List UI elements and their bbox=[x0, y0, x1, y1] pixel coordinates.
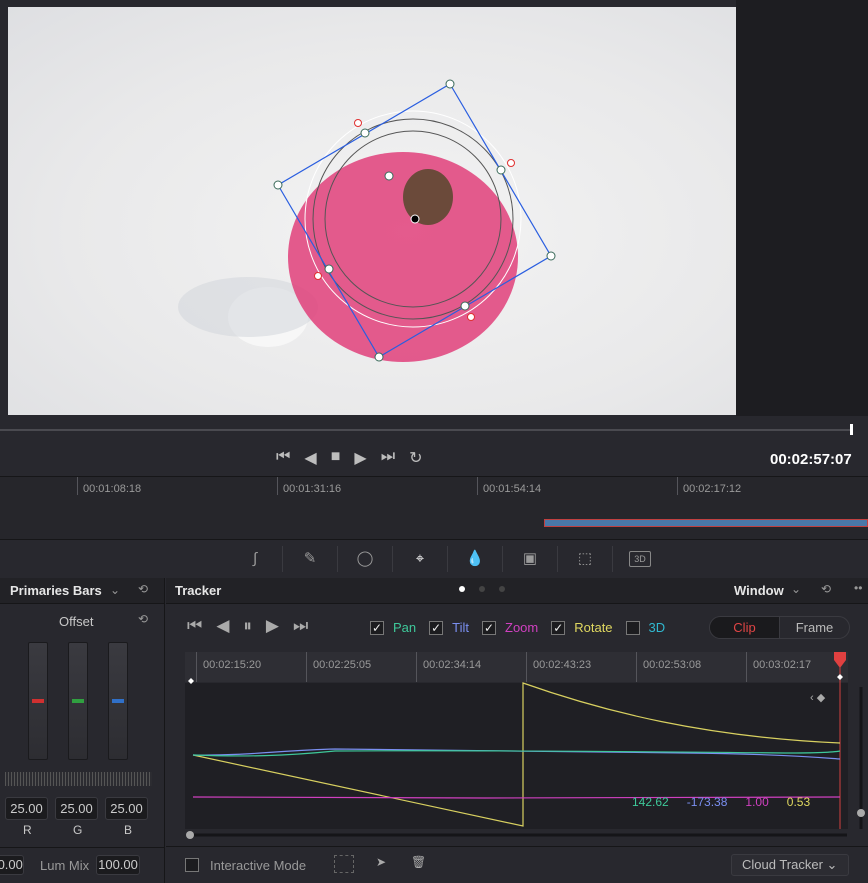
timeline-tick: 00:02:17:12 bbox=[683, 483, 742, 495]
playhead[interactable] bbox=[850, 424, 853, 435]
add-point-icon[interactable]: ➤ bbox=[376, 855, 386, 869]
channel-label: R bbox=[23, 823, 32, 837]
clip-button[interactable]: Clip bbox=[710, 617, 779, 638]
tracker-icon[interactable]: ⌖ bbox=[409, 548, 431, 570]
blur-icon[interactable]: 💧 bbox=[464, 548, 486, 570]
tilt-label: Tilt bbox=[452, 620, 469, 635]
clip-bar[interactable] bbox=[544, 519, 868, 527]
rotate-readout: 0.53 bbox=[786, 795, 811, 809]
chevron-down-icon[interactable]: ⌄ bbox=[110, 583, 120, 597]
timeline-tick: 00:01:31:16 bbox=[283, 483, 342, 495]
window-icon[interactable]: ◯ bbox=[354, 548, 376, 570]
offset-g-field[interactable]: 25.00 bbox=[55, 797, 98, 820]
offset-r-field[interactable]: 25.00 bbox=[5, 797, 48, 820]
track-reverse-icon[interactable]: ◀ bbox=[216, 616, 229, 636]
transport-controls: ⏮ ◀ ■ ▶ ⏭ ↻ bbox=[276, 448, 423, 468]
zoom-label: Zoom bbox=[505, 620, 539, 635]
primaries-dropdown[interactable]: Primaries Bars bbox=[10, 583, 102, 598]
delete-point-icon[interactable]: 🗑 bbox=[411, 855, 426, 869]
pink-dress bbox=[288, 152, 518, 362]
pan-label: Pan bbox=[393, 620, 417, 635]
frame-select-icon[interactable] bbox=[334, 855, 354, 873]
chevron-down-icon[interactable]: ⌄ bbox=[791, 582, 801, 596]
page-dot[interactable] bbox=[499, 586, 505, 592]
primaries-panel: Offset ⟲ 25.00 25.00 25.00 R G B 100.00 … bbox=[0, 604, 165, 883]
pan-checkbox[interactable]: ✓ bbox=[370, 620, 384, 635]
mini-timeline[interactable]: 00:01:08:18 00:01:31:16 00:01:54:14 00:0… bbox=[0, 476, 868, 540]
timeline-tick: 00:01:54:14 bbox=[483, 483, 542, 495]
3d-checkbox[interactable] bbox=[625, 620, 640, 635]
tracker-title: Tracker bbox=[175, 583, 222, 598]
offset-bar-g[interactable] bbox=[68, 642, 88, 760]
viewer-image[interactable] bbox=[8, 7, 736, 415]
curves-icon[interactable]: ∫ bbox=[244, 548, 266, 570]
timeline-tick: 00:01:08:18 bbox=[83, 483, 142, 495]
loop-icon[interactable]: ↻ bbox=[409, 448, 422, 468]
frame-button[interactable]: Frame bbox=[779, 617, 849, 638]
contrast-field[interactable]: 100.00 bbox=[0, 855, 24, 875]
keyframe-nav-icon: ‹ ◆ bbox=[810, 692, 826, 704]
skip-start-icon[interactable]: ⏮ bbox=[276, 448, 290, 468]
channel-label: B bbox=[124, 823, 133, 837]
play-icon[interactable]: ▶ bbox=[354, 448, 366, 468]
interactive-mode-checkbox[interactable] bbox=[185, 858, 199, 872]
readouts: 142.62 -173.38 1.00 0.53 bbox=[632, 795, 810, 809]
3d-label: 3D bbox=[648, 620, 666, 635]
lum-mix-field[interactable]: 100.00 bbox=[96, 855, 140, 875]
scroll-handle[interactable] bbox=[186, 831, 194, 839]
palette-toolbar: ∫ ✎ ◯ ⌖ 💧 ▣ ⬚ 3D bbox=[244, 546, 651, 572]
scrubber-track[interactable] bbox=[0, 429, 852, 431]
tracker-transport: ⏮ ◀ ⏸ ▶ ⏭ bbox=[187, 616, 308, 636]
pause-icon[interactable]: ⏸ bbox=[243, 616, 252, 636]
track-forward-icon[interactable]: ▶ bbox=[266, 616, 279, 636]
chevron-down-icon: ⌄ bbox=[826, 857, 838, 872]
zoom-readout: 1.00 bbox=[745, 795, 769, 809]
offset-bar-b[interactable] bbox=[108, 642, 128, 760]
rotate-checkbox[interactable]: ✓ bbox=[551, 620, 566, 635]
reset-icon[interactable]: ⟲ bbox=[821, 582, 831, 596]
reset-icon[interactable]: ⟲ bbox=[138, 582, 148, 596]
tilt-readout: -173.38 bbox=[686, 795, 728, 809]
primaries-header: Primaries Bars ⌄ ⟲ bbox=[0, 578, 165, 604]
track-options: ✓ Pan ✓ Tilt ✓ Zoom ✓ Rotate 3D bbox=[370, 620, 665, 635]
qualifier-icon[interactable]: ✎ bbox=[299, 548, 321, 570]
zoom-handle[interactable] bbox=[857, 809, 865, 817]
track-start-icon[interactable]: ⏮ bbox=[187, 616, 202, 636]
pan-readout: 142.62 bbox=[632, 795, 669, 809]
clip-frame-toggle: Clip Frame bbox=[709, 616, 850, 639]
interactive-mode-label: Interactive Mode bbox=[210, 858, 307, 873]
track-end-icon[interactable]: ⏭ bbox=[293, 616, 308, 636]
offset-label: Offset bbox=[59, 614, 94, 629]
playhead-marker[interactable] bbox=[834, 652, 846, 668]
rotate-label: Rotate bbox=[574, 620, 613, 635]
offset-b-field[interactable]: 25.00 bbox=[105, 797, 148, 820]
sizing-icon[interactable]: ⬚ bbox=[574, 548, 596, 570]
cloud-tracker-label: Cloud Tracker bbox=[742, 857, 823, 872]
timecode: 00:02:57:07 bbox=[770, 451, 852, 468]
skip-end-icon[interactable]: ⏭ bbox=[381, 448, 395, 468]
play-reverse-icon[interactable]: ◀ bbox=[304, 448, 316, 468]
cloud-tracker-dropdown[interactable]: Cloud Tracker ⌄ bbox=[731, 854, 849, 876]
offset-bar-r[interactable] bbox=[28, 642, 48, 760]
tilt-checkbox[interactable]: ✓ bbox=[429, 620, 444, 635]
page-dot[interactable] bbox=[479, 586, 485, 592]
tracker-header: Tracker Window ⌄ ⟲ •• bbox=[166, 578, 868, 604]
mode-dropdown[interactable]: Window bbox=[734, 583, 784, 598]
lum-mix-label: Lum Mix bbox=[40, 858, 90, 873]
more-icon[interactable]: •• bbox=[854, 581, 862, 595]
stop-icon[interactable]: ■ bbox=[331, 448, 341, 468]
page-dot[interactable] bbox=[459, 586, 465, 592]
offset-wheel[interactable] bbox=[5, 772, 152, 786]
key-icon[interactable]: ▣ bbox=[519, 548, 541, 570]
reset-icon[interactable]: ⟲ bbox=[138, 612, 148, 626]
3d-icon[interactable]: 3D bbox=[629, 551, 651, 567]
channel-label: G bbox=[73, 823, 83, 837]
person bbox=[403, 169, 453, 225]
zoom-checkbox[interactable]: ✓ bbox=[482, 620, 496, 635]
window-overlay[interactable] bbox=[8, 7, 736, 415]
tracker-graph[interactable]: ‹ ◆ bbox=[185, 652, 865, 852]
